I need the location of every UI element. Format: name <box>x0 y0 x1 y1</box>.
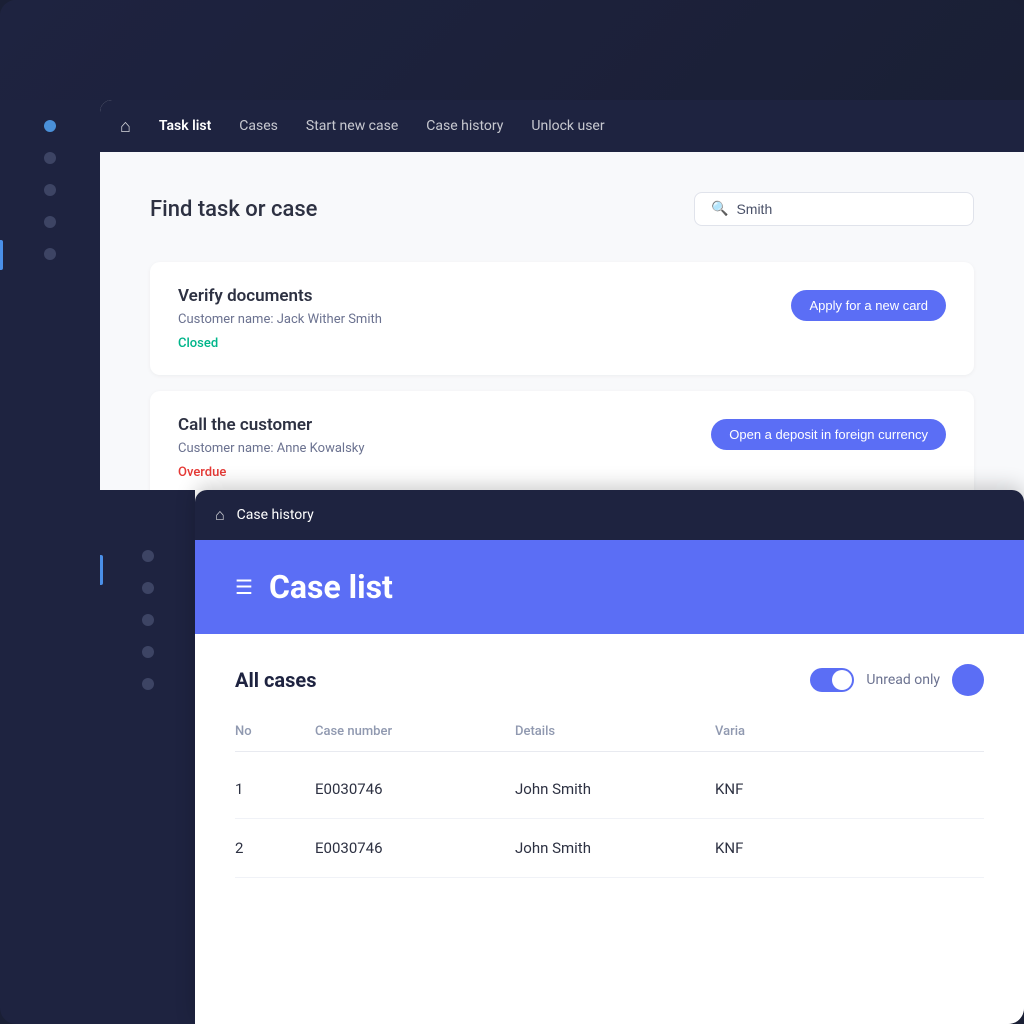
case-list-title: Case list <box>269 568 393 606</box>
row2-variant: KNF <box>715 839 984 857</box>
left-sidebar <box>0 100 100 1024</box>
nav-cases[interactable]: Cases <box>239 118 278 134</box>
row2-details: John Smith <box>515 839 715 857</box>
all-cases-title: All cases <box>235 668 316 692</box>
case-history-nav-title: Case history <box>237 507 314 523</box>
unread-toggle[interactable] <box>810 668 854 692</box>
second-sidebar <box>100 490 195 1024</box>
find-title: Find task or case <box>150 197 317 222</box>
second-sidebar-dot-4[interactable] <box>142 646 154 658</box>
task-info-1: Verify documents Customer name: Jack Wit… <box>178 286 382 351</box>
cases-table: No Case number Details Varia 1 E0030746 … <box>235 724 984 878</box>
row2-no: 2 <box>235 839 315 857</box>
menu-icon[interactable]: ☰ <box>235 575 253 599</box>
task-title-1: Verify documents <box>178 286 382 306</box>
col-case-number: Case number <box>315 724 515 739</box>
nav-task-list[interactable]: Task list <box>159 118 211 134</box>
cases-content: All cases Unread only No Case number Det… <box>195 634 1024 908</box>
task-info-2: Call the customer Customer name: Anne Ko… <box>178 415 365 480</box>
task-customer-2: Customer name: Anne Kowalsky <box>178 441 365 456</box>
case-history-nav: ⌂ Case history <box>195 490 1024 540</box>
task-title-2: Call the customer <box>178 415 365 435</box>
search-row: Find task or case 🔍 <box>150 192 974 226</box>
search-box: 🔍 <box>694 192 974 226</box>
row1-case-number: E0030746 <box>315 780 515 798</box>
second-sidebar-dot-2[interactable] <box>142 582 154 594</box>
window-nav: ⌂ Task list Cases Start new case Case hi… <box>100 100 1024 152</box>
table-row[interactable]: 1 E0030746 John Smith KNF <box>235 760 984 819</box>
search-icon: 🔍 <box>711 201 728 217</box>
col-no: No <box>235 724 315 739</box>
task-item-2: Call the customer Customer name: Anne Ko… <box>150 391 974 504</box>
sidebar-dot-5[interactable] <box>44 248 56 260</box>
toggle-row: Unread only <box>810 664 984 696</box>
task-tag-btn-1[interactable]: Apply for a new card <box>791 290 946 321</box>
col-variant: Varia <box>715 724 984 739</box>
row1-variant: KNF <box>715 780 984 798</box>
unread-only-label: Unread only <box>866 672 940 688</box>
sidebar-dot-4[interactable] <box>44 216 56 228</box>
home-icon[interactable]: ⌂ <box>120 116 131 137</box>
case-list-header: ☰ Case list <box>195 540 1024 634</box>
sidebar-dot-3[interactable] <box>44 184 56 196</box>
row1-no: 1 <box>235 780 315 798</box>
sidebar-dot-1[interactable] <box>44 120 56 132</box>
task-customer-1: Customer name: Jack Wither Smith <box>178 312 382 327</box>
second-sidebar-dot-5[interactable] <box>142 678 154 690</box>
table-header: No Case number Details Varia <box>235 724 984 752</box>
sidebar-dot-2[interactable] <box>44 152 56 164</box>
nav-unlock-user[interactable]: Unlock user <box>531 118 604 134</box>
cases-header-row: All cases Unread only <box>235 664 984 696</box>
row2-case-number: E0030746 <box>315 839 515 857</box>
nav-start-new-case[interactable]: Start new case <box>306 118 398 134</box>
search-input[interactable] <box>736 201 957 217</box>
case-history-home-icon[interactable]: ⌂ <box>215 505 225 525</box>
task-tag-btn-2[interactable]: Open a deposit in foreign currency <box>711 419 946 450</box>
case-history-window: ⌂ Case history ☰ Case list All cases Unr… <box>195 490 1024 1024</box>
toggle-knob <box>832 670 852 690</box>
task-item-1: Verify documents Customer name: Jack Wit… <box>150 262 974 375</box>
table-row[interactable]: 2 E0030746 John Smith KNF <box>235 819 984 878</box>
col-details: Details <box>515 724 715 739</box>
nav-case-history[interactable]: Case history <box>426 118 503 134</box>
second-sidebar-dot-1[interactable] <box>142 550 154 562</box>
filter-dot[interactable] <box>952 664 984 696</box>
second-sidebar-dot-3[interactable] <box>142 614 154 626</box>
row1-details: John Smith <box>515 780 715 798</box>
task-status-1: Closed <box>178 336 218 351</box>
task-status-2: Overdue <box>178 465 226 480</box>
